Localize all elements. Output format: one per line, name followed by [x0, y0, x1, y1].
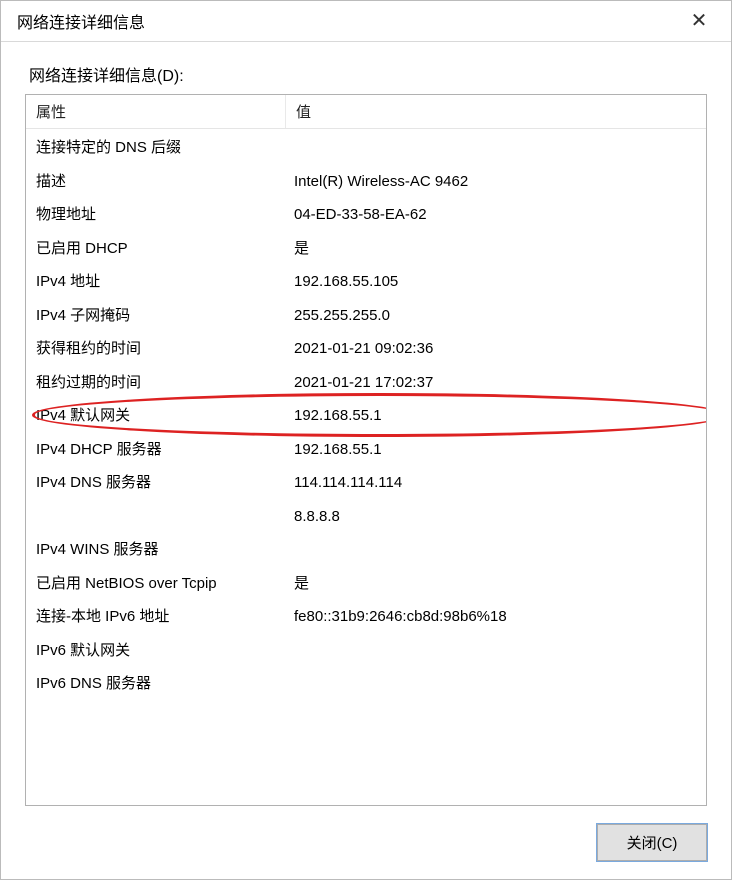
- value-cell: 8.8.8.8: [294, 504, 696, 530]
- table-row[interactable]: 描述Intel(R) Wireless-AC 9462: [26, 165, 706, 199]
- property-cell: 连接-本地 IPv6 地址: [36, 604, 294, 630]
- property-cell: IPv4 默认网关: [36, 403, 294, 429]
- value-cell: 2021-01-21 17:02:37: [294, 370, 696, 396]
- table-row[interactable]: 已启用 NetBIOS over Tcpip是: [26, 567, 706, 601]
- value-cell: [294, 638, 696, 664]
- property-cell: IPv6 默认网关: [36, 638, 294, 664]
- property-cell: 描述: [36, 169, 294, 195]
- property-cell: IPv6 DNS 服务器: [36, 671, 294, 697]
- table-header: 属性 值: [26, 95, 706, 129]
- column-header-property[interactable]: 属性: [26, 95, 286, 128]
- table-row[interactable]: IPv4 DHCP 服务器192.168.55.1: [26, 433, 706, 467]
- table-row[interactable]: IPv4 WINS 服务器: [26, 533, 706, 567]
- property-cell: IPv4 WINS 服务器: [36, 537, 294, 563]
- value-cell: 114.114.114.114: [294, 470, 696, 496]
- table-row[interactable]: IPv4 DNS 服务器114.114.114.114: [26, 466, 706, 500]
- property-cell: 租约过期的时间: [36, 370, 294, 396]
- table-row[interactable]: IPv6 默认网关: [26, 634, 706, 668]
- value-cell: 是: [294, 236, 696, 262]
- titlebar: 网络连接详细信息 ✕: [1, 1, 731, 42]
- value-cell: [294, 537, 696, 563]
- property-cell: 获得租约的时间: [36, 336, 294, 362]
- value-cell: [294, 671, 696, 697]
- property-cell: IPv4 DNS 服务器: [36, 470, 294, 496]
- table-row[interactable]: IPv4 默认网关192.168.55.1: [26, 399, 706, 433]
- network-details-dialog: 网络连接详细信息 ✕ 网络连接详细信息(D): 属性 值 连接特定的 DNS 后…: [0, 0, 732, 880]
- value-cell: fe80::31b9:2646:cb8d:98b6%18: [294, 604, 696, 630]
- property-cell: 已启用 NetBIOS over Tcpip: [36, 571, 294, 597]
- value-cell: [294, 135, 696, 161]
- property-cell: 已启用 DHCP: [36, 236, 294, 262]
- close-button[interactable]: 关闭(C): [597, 824, 707, 861]
- table-row[interactable]: 租约过期的时间2021-01-21 17:02:37: [26, 366, 706, 400]
- table-row[interactable]: 8.8.8.8: [26, 500, 706, 534]
- table-row[interactable]: 物理地址04-ED-33-58-EA-62: [26, 198, 706, 232]
- table-row[interactable]: 已启用 DHCP是: [26, 232, 706, 266]
- section-label: 网络连接详细信息(D):: [25, 62, 707, 86]
- value-cell: Intel(R) Wireless-AC 9462: [294, 169, 696, 195]
- close-icon[interactable]: ✕: [679, 11, 719, 31]
- property-cell: IPv4 地址: [36, 269, 294, 295]
- property-cell: IPv4 子网掩码: [36, 303, 294, 329]
- content-area: 网络连接详细信息(D): 属性 值 连接特定的 DNS 后缀描述Intel(R)…: [1, 42, 731, 879]
- value-cell: 是: [294, 571, 696, 597]
- value-cell: 192.168.55.1: [294, 403, 696, 429]
- window-title: 网络连接详细信息: [17, 9, 679, 33]
- value-cell: 192.168.55.105: [294, 269, 696, 295]
- value-cell: 04-ED-33-58-EA-62: [294, 202, 696, 228]
- table-row[interactable]: 获得租约的时间2021-01-21 09:02:36: [26, 332, 706, 366]
- table-body: 连接特定的 DNS 后缀描述Intel(R) Wireless-AC 9462物…: [26, 129, 706, 703]
- value-cell: 192.168.55.1: [294, 437, 696, 463]
- table-row[interactable]: IPv6 DNS 服务器: [26, 667, 706, 701]
- property-cell: 连接特定的 DNS 后缀: [36, 135, 294, 161]
- table-row[interactable]: IPv4 子网掩码255.255.255.0: [26, 299, 706, 333]
- property-cell: [36, 504, 294, 530]
- property-cell: IPv4 DHCP 服务器: [36, 437, 294, 463]
- property-cell: 物理地址: [36, 202, 294, 228]
- table-row[interactable]: IPv4 地址192.168.55.105: [26, 265, 706, 299]
- details-table: 属性 值 连接特定的 DNS 后缀描述Intel(R) Wireless-AC …: [25, 94, 707, 806]
- value-cell: 255.255.255.0: [294, 303, 696, 329]
- button-bar: 关闭(C): [25, 806, 707, 861]
- table-row[interactable]: 连接特定的 DNS 后缀: [26, 131, 706, 165]
- table-row[interactable]: 连接-本地 IPv6 地址fe80::31b9:2646:cb8d:98b6%1…: [26, 600, 706, 634]
- column-header-value[interactable]: 值: [286, 95, 706, 128]
- value-cell: 2021-01-21 09:02:36: [294, 336, 696, 362]
